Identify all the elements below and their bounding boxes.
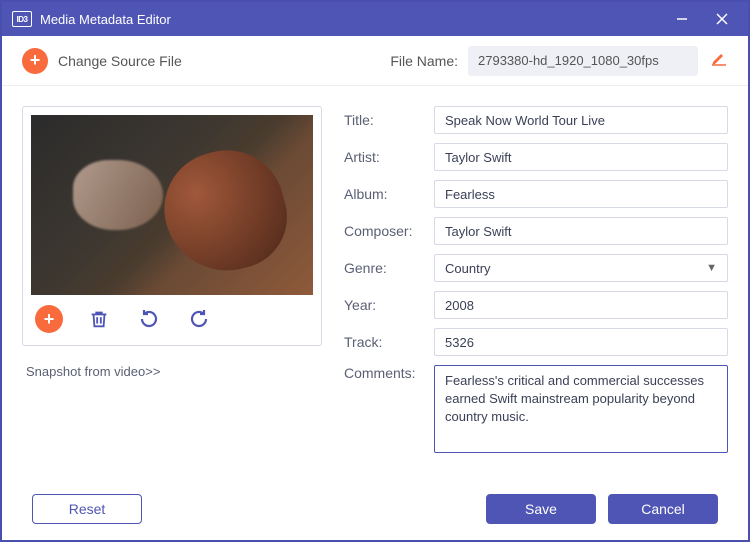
artist-label: Artist: bbox=[344, 149, 434, 165]
left-panel: + Snapshot from video>> bbox=[22, 106, 322, 468]
close-button[interactable] bbox=[702, 2, 742, 36]
cancel-button[interactable]: Cancel bbox=[608, 494, 718, 524]
title-input[interactable] bbox=[434, 106, 728, 134]
footer: Reset Save Cancel bbox=[2, 478, 748, 540]
rotate-left-button[interactable] bbox=[135, 305, 163, 333]
track-input[interactable] bbox=[434, 328, 728, 356]
genre-value: Country bbox=[445, 261, 491, 276]
artist-input[interactable] bbox=[434, 143, 728, 171]
toolbar: + Change Source File File Name: bbox=[2, 36, 748, 86]
minimize-button[interactable] bbox=[662, 2, 702, 36]
rotate-right-button[interactable] bbox=[185, 305, 213, 333]
app-window: ID3 Media Metadata Editor + Change Sourc… bbox=[0, 0, 750, 542]
album-input[interactable] bbox=[434, 180, 728, 208]
video-thumbnail bbox=[31, 115, 313, 295]
reset-button[interactable]: Reset bbox=[32, 494, 142, 524]
thumbnail-card: + bbox=[22, 106, 322, 346]
chevron-down-icon: ▼ bbox=[706, 262, 717, 274]
year-input[interactable] bbox=[434, 291, 728, 319]
snapshot-link[interactable]: Snapshot from video>> bbox=[22, 364, 322, 379]
content-area: + Snapshot from video>> Title: bbox=[2, 86, 748, 478]
album-label: Album: bbox=[344, 186, 434, 202]
comments-textarea[interactable] bbox=[434, 365, 728, 453]
add-source-button[interactable]: + bbox=[22, 48, 48, 74]
title-bar: ID3 Media Metadata Editor bbox=[2, 2, 748, 36]
track-label: Track: bbox=[344, 334, 434, 350]
thumbnail-delete-button[interactable] bbox=[85, 305, 113, 333]
comments-label: Comments: bbox=[344, 365, 434, 381]
composer-label: Composer: bbox=[344, 223, 434, 239]
thumbnail-add-button[interactable]: + bbox=[35, 305, 63, 333]
edit-filename-icon[interactable] bbox=[710, 49, 728, 72]
app-logo-icon: ID3 bbox=[12, 11, 32, 27]
metadata-form: Title: Artist: Album: Composer: Genre: C… bbox=[344, 106, 728, 468]
save-button[interactable]: Save bbox=[486, 494, 596, 524]
thumbnail-toolbar: + bbox=[31, 295, 313, 337]
title-label: Title: bbox=[344, 112, 434, 128]
file-name-input[interactable] bbox=[468, 46, 698, 76]
window-title: Media Metadata Editor bbox=[40, 12, 662, 27]
composer-input[interactable] bbox=[434, 217, 728, 245]
file-name-label: File Name: bbox=[390, 53, 458, 69]
genre-label: Genre: bbox=[344, 260, 434, 276]
change-source-link[interactable]: Change Source File bbox=[58, 53, 182, 69]
year-label: Year: bbox=[344, 297, 434, 313]
genre-select[interactable]: Country ▼ bbox=[434, 254, 728, 282]
